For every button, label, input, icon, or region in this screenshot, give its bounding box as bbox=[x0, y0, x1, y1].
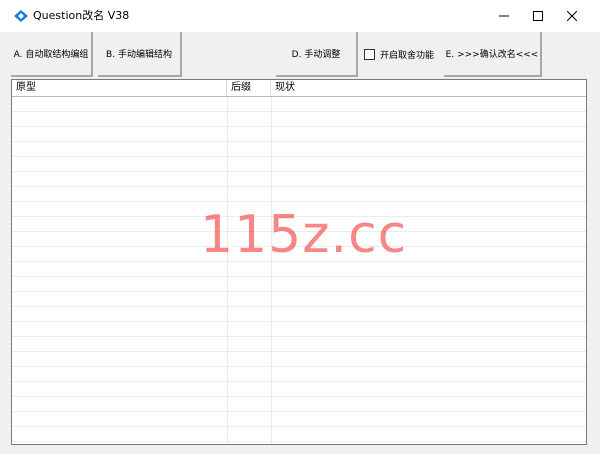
auto-group-button[interactable]: A. 自动取结构编组 bbox=[11, 32, 93, 77]
checkbox-label: 开启取舍功能 bbox=[380, 50, 435, 61]
column-header-suffix[interactable]: 后缀 bbox=[227, 80, 271, 96]
confirm-rename-button[interactable]: E. >>>确认改名<<< bbox=[444, 32, 542, 77]
checkbox-box[interactable] bbox=[364, 48, 375, 60]
column-divider bbox=[227, 97, 228, 444]
enable-filter-checkbox[interactable]: 开启取舍功能 bbox=[364, 47, 434, 61]
manual-edit-button[interactable]: B. 手动编辑结构 bbox=[98, 32, 182, 77]
minimize-icon bbox=[499, 15, 509, 17]
title-bar[interactable]: Question改名 V38 bbox=[0, 0, 600, 32]
column-header-original[interactable]: 原型 bbox=[12, 80, 227, 96]
minimize-button[interactable] bbox=[487, 0, 521, 32]
watermark-text: 115z.cc bbox=[200, 205, 408, 265]
list-rows[interactable] bbox=[12, 97, 586, 444]
close-icon bbox=[567, 11, 577, 21]
window-title: Question改名 V38 bbox=[33, 9, 130, 22]
toolbar-spacer bbox=[182, 32, 276, 77]
app-window: Question改名 V38 A. 自动取结构编组 B. 手动编辑结构 D. 手… bbox=[0, 0, 600, 454]
manual-adjust-button[interactable]: D. 手动调整 bbox=[276, 32, 358, 77]
list-header: 原型 后缀 现状 bbox=[12, 80, 586, 97]
column-header-current[interactable]: 现状 bbox=[271, 80, 586, 96]
column-divider bbox=[271, 97, 272, 444]
app-logo-icon bbox=[14, 10, 28, 22]
maximize-button[interactable] bbox=[521, 0, 555, 32]
close-button[interactable] bbox=[555, 0, 589, 32]
toolbar: A. 自动取结构编组 B. 手动编辑结构 D. 手动调整 开启取舍功能 E. >… bbox=[0, 32, 600, 79]
maximize-icon bbox=[533, 11, 543, 21]
